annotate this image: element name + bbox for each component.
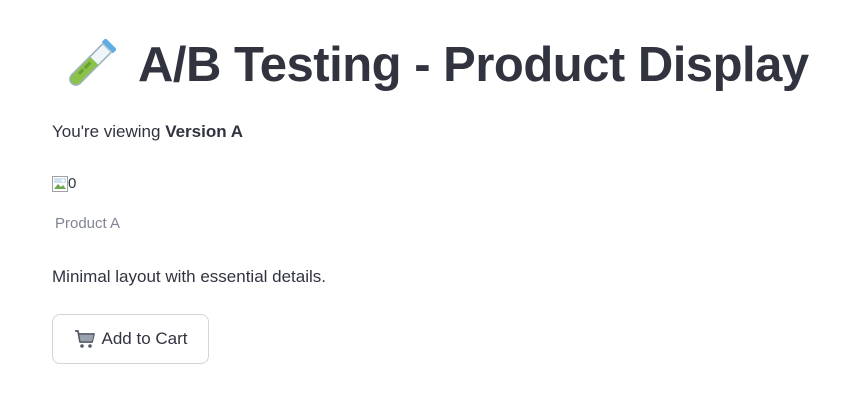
add-to-cart-label: Add to Cart bbox=[101, 329, 188, 348]
page-title: A/B Testing - Product Display bbox=[138, 37, 809, 92]
app-page: A/B Testing - Product Display You're vie… bbox=[0, 0, 860, 401]
version-prefix: You're viewing bbox=[52, 122, 166, 141]
product-caption: Product A bbox=[55, 215, 121, 232]
product-description: Minimal layout with essential details. bbox=[52, 267, 327, 286]
product-image-alt: 0 bbox=[68, 175, 77, 192]
test-tube-icon bbox=[58, 33, 122, 97]
broken-image-icon bbox=[52, 176, 68, 192]
add-to-cart-button[interactable]: Add to Cart bbox=[52, 314, 209, 364]
shopping-cart-icon bbox=[74, 329, 96, 349]
version-indicator: You're viewing Version A bbox=[52, 122, 243, 142]
version-label: Version A bbox=[165, 122, 243, 141]
page-header: A/B Testing - Product Display bbox=[58, 30, 809, 100]
product-image: 0 bbox=[52, 170, 76, 192]
